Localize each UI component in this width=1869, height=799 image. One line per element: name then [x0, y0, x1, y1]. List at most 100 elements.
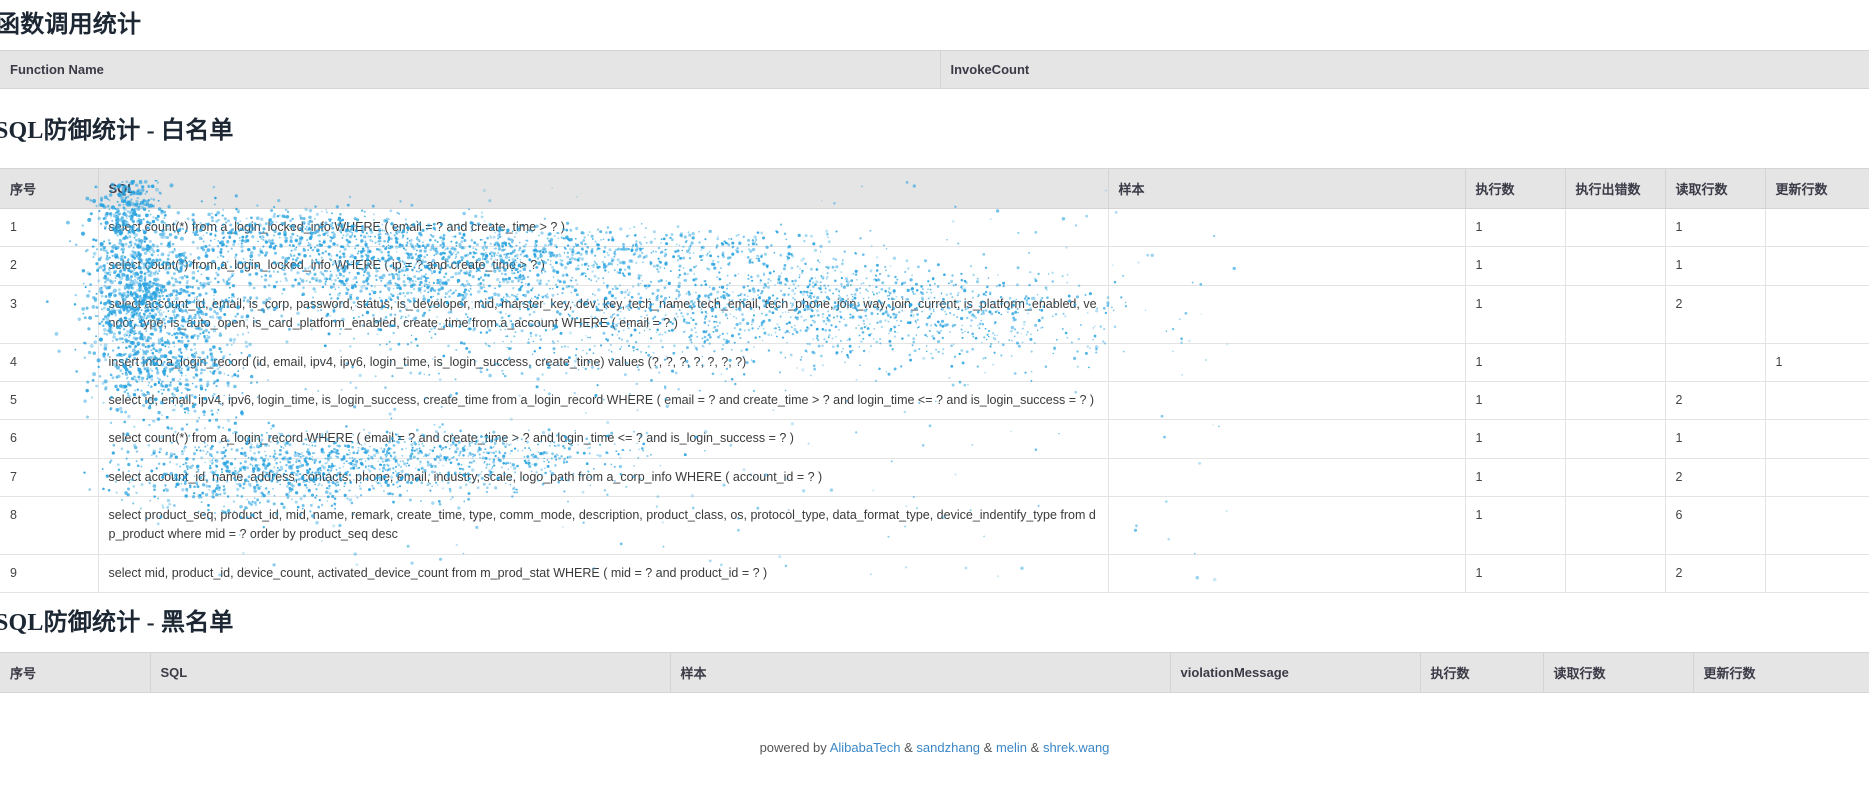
- cell-seq: 4: [0, 343, 99, 382]
- cell-seq: 1: [0, 208, 99, 248]
- cell-error-count: [1565, 381, 1666, 421]
- table-row: 8 select product_seq, product_id, mid, na…: [0, 496, 1869, 555]
- cell-sample: [1108, 419, 1466, 459]
- cell-exec-count: 1: [1465, 419, 1566, 459]
- cell-sample: [1108, 285, 1466, 344]
- cell-update-rows: [1765, 208, 1869, 248]
- cell-sql: select account_id, email, is_corp, passw…: [98, 285, 1109, 344]
- column-header-sql[interactable]: SQL: [150, 652, 671, 693]
- table-row: 3 select account_id, email, is_corp, pass…: [0, 285, 1869, 344]
- sql-whitelist-table-wrapper: 序号 SQL 样本 执行数 执行出错数 读取行数 更新行数 1 select co…: [0, 168, 1869, 594]
- cell-error-count: [1565, 343, 1666, 382]
- column-header-seq[interactable]: 序号: [0, 168, 99, 209]
- cell-exec-count: 1: [1465, 246, 1566, 286]
- cell-sample: [1108, 246, 1466, 286]
- cell-read-rows: 2: [1665, 381, 1766, 421]
- table-row: 4 insert into a_login_record (id, email, …: [0, 343, 1869, 382]
- cell-sample: [1108, 458, 1466, 498]
- column-header-sample[interactable]: 样本: [670, 652, 1171, 693]
- cell-sample: [1108, 208, 1466, 248]
- cell-exec-count: 1: [1465, 285, 1566, 344]
- cell-seq: 6: [0, 419, 99, 459]
- column-header-sample[interactable]: 样本: [1108, 168, 1466, 209]
- column-header-exec-count[interactable]: 执行数: [1420, 652, 1544, 693]
- table-row: 6 select count(*) from a_login_record WHE…: [0, 419, 1869, 459]
- cell-sample: [1108, 343, 1466, 382]
- footer-link-shrek-wang[interactable]: shrek.wang: [1043, 740, 1109, 755]
- table-row: 5 select id, email, ipv4, ipv6, login_tim…: [0, 381, 1869, 421]
- cell-exec-count: 1: [1465, 496, 1566, 555]
- cell-error-count: [1565, 285, 1666, 344]
- cell-exec-count: 1: [1465, 458, 1566, 498]
- cell-read-rows: 2: [1665, 458, 1766, 498]
- cell-update-rows: [1765, 554, 1869, 594]
- page-title-function-stat: 函数调用统计: [0, 12, 142, 38]
- function-stat-table-head: Function Name InvokeCount: [0, 50, 1869, 89]
- cell-seq: 2: [0, 246, 99, 286]
- sql-blacklist-table-head: 序号 SQL 样本 violationMessage 执行数 读取行数 更新行数: [0, 652, 1869, 693]
- cell-update-rows: [1765, 246, 1869, 286]
- column-header-sql[interactable]: SQL: [98, 168, 1109, 209]
- footer-link-sandzhang[interactable]: sandzhang: [916, 740, 980, 755]
- function-stat-table-wrapper: Function Name InvokeCount: [0, 50, 1869, 89]
- table-header-row: 序号 SQL 样本 violationMessage 执行数 读取行数 更新行数: [0, 652, 1869, 693]
- column-header-update-rows[interactable]: 更新行数: [1765, 168, 1869, 209]
- cell-sql: insert into a_login_record (id, email, i…: [98, 343, 1109, 382]
- sql-blacklist-table: 序号 SQL 样本 violationMessage 执行数 读取行数 更新行数: [0, 652, 1869, 693]
- cell-error-count: [1565, 496, 1666, 555]
- footer-links: AlibabaTech & sandzhang & melin & shrek.…: [830, 740, 1110, 755]
- footer-separator: &: [980, 740, 996, 755]
- cell-sample: [1108, 381, 1466, 421]
- column-header-error-count[interactable]: 执行出错数: [1565, 168, 1666, 209]
- cell-update-rows: [1765, 496, 1869, 555]
- column-header-update-rows[interactable]: 更新行数: [1693, 652, 1869, 693]
- cell-sample: [1108, 496, 1466, 555]
- cell-update-rows: [1765, 381, 1869, 421]
- column-header-invoke-count[interactable]: InvokeCount: [940, 50, 1869, 89]
- column-header-function-name[interactable]: Function Name: [0, 50, 941, 89]
- sql-whitelist-table-body: 1 select count(*) from a_login_locked_inf…: [0, 208, 1869, 594]
- cell-read-rows: 2: [1665, 554, 1766, 594]
- cell-read-rows: 2: [1665, 285, 1766, 344]
- column-header-read-rows[interactable]: 读取行数: [1665, 168, 1766, 209]
- cell-sample: [1108, 554, 1466, 594]
- cell-update-rows: 1: [1765, 343, 1869, 382]
- cell-seq: 8: [0, 496, 99, 555]
- page-title-sql-whitelist: SQL防御统计 - 白名单: [0, 118, 234, 144]
- cell-error-count: [1565, 419, 1666, 459]
- druid-stat-page: 函数调用统计 Function Name InvokeCount SQL防御统计…: [0, 0, 1869, 799]
- column-header-seq[interactable]: 序号: [0, 652, 151, 693]
- cell-update-rows: [1765, 419, 1869, 459]
- cell-read-rows: 1: [1665, 419, 1766, 459]
- sql-whitelist-table-head: 序号 SQL 样本 执行数 执行出错数 读取行数 更新行数: [0, 168, 1869, 209]
- footer-prefix: powered by: [759, 740, 827, 755]
- cell-read-rows: 6: [1665, 496, 1766, 555]
- column-header-violation-message[interactable]: violationMessage: [1170, 652, 1421, 693]
- page-title-sql-blacklist: SQL防御统计 - 黑名单: [0, 610, 234, 636]
- sql-whitelist-table: 序号 SQL 样本 执行数 执行出错数 读取行数 更新行数 1 select co…: [0, 168, 1869, 594]
- cell-error-count: [1565, 458, 1666, 498]
- cell-exec-count: 1: [1465, 381, 1566, 421]
- table-header-row: 序号 SQL 样本 执行数 执行出错数 读取行数 更新行数: [0, 168, 1869, 209]
- cell-sql: select account_id, name, address, contac…: [98, 458, 1109, 498]
- cell-read-rows: 1: [1665, 208, 1766, 248]
- cell-sql: select id, email, ipv4, ipv6, login_time…: [98, 381, 1109, 421]
- footer-link-alibabatech[interactable]: AlibabaTech: [830, 740, 901, 755]
- cell-exec-count: 1: [1465, 343, 1566, 382]
- table-row: 2 select count(*) from a_login_locked_inf…: [0, 246, 1869, 286]
- table-row: 7 select account_id, name, address, conta…: [0, 458, 1869, 498]
- column-header-exec-count[interactable]: 执行数: [1465, 168, 1566, 209]
- function-stat-table: Function Name InvokeCount: [0, 50, 1869, 89]
- table-row: 9 select mid, product_id, device_count, a…: [0, 554, 1869, 594]
- cell-error-count: [1565, 554, 1666, 594]
- footer-link-melin[interactable]: melin: [996, 740, 1027, 755]
- cell-sql: select product_seq, product_id, mid, nam…: [98, 496, 1109, 555]
- cell-read-rows: [1665, 343, 1766, 382]
- cell-sql: select count(*) from a_login_record WHER…: [98, 419, 1109, 459]
- cell-seq: 3: [0, 285, 99, 344]
- column-header-read-rows[interactable]: 读取行数: [1543, 652, 1694, 693]
- cell-error-count: [1565, 246, 1666, 286]
- cell-exec-count: 1: [1465, 554, 1566, 594]
- cell-sql: select count(*) from a_login_locked_info…: [98, 246, 1109, 286]
- footer-separator: &: [900, 740, 917, 755]
